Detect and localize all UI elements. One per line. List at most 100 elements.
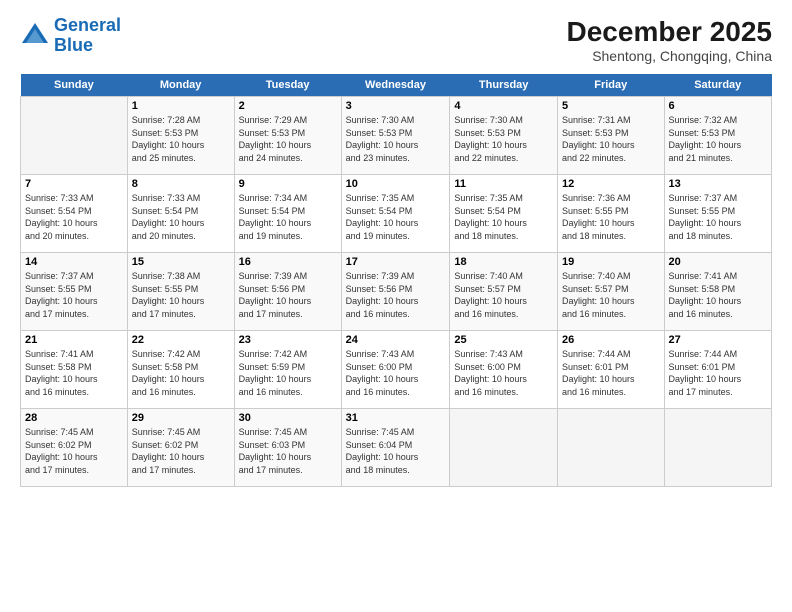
header: General Blue December 2025 Shentong, Cho… <box>20 16 772 64</box>
logo-text: General Blue <box>54 16 121 56</box>
day-info-31: Sunrise: 7:45 AM Sunset: 6:04 PM Dayligh… <box>346 426 446 476</box>
cell-w5-d0: 28Sunrise: 7:45 AM Sunset: 6:02 PM Dayli… <box>21 409 128 487</box>
table-header: Sunday Monday Tuesday Wednesday Thursday… <box>21 74 772 97</box>
cell-w1-d6: 6 Sunrise: 7:32 AM Sunset: 5:53 PM Daylig… <box>664 97 771 175</box>
day-number-10: 10 <box>346 178 446 190</box>
cell-w5-d5 <box>557 409 664 487</box>
day-number-22: 22 <box>132 334 230 346</box>
week-row-4: 21 Sunrise: 7:41 AM Sunset: 5:58 PM Dayli… <box>21 331 772 409</box>
cell-w1-d2: 2 Sunrise: 7:29 AM Sunset: 5:53 PM Daylig… <box>234 97 341 175</box>
day-info-2: Sunrise: 7:29 AM Sunset: 5:53 PM Dayligh… <box>239 114 337 164</box>
day-info-16: Sunrise: 7:39 AM Sunset: 5:56 PM Dayligh… <box>239 270 337 320</box>
cell-w4-d5: 26 Sunrise: 7:44 AM Sunset: 6:01 PM Dayli… <box>557 331 664 409</box>
day-number-20: 20 <box>669 256 767 268</box>
col-thursday: Thursday <box>450 74 558 97</box>
day-info-1: Sunrise: 7:28 AM Sunset: 5:53 PM Dayligh… <box>132 114 230 164</box>
cell-w1-d3: 3Sunrise: 7:30 AM Sunset: 5:53 PM Daylig… <box>341 97 450 175</box>
day-number-5: 5 <box>562 100 660 112</box>
week-row-1: 1 Sunrise: 7:28 AM Sunset: 5:53 PM Daylig… <box>21 97 772 175</box>
day-number-28: 28 <box>25 412 123 424</box>
day-info-15: Sunrise: 7:38 AM Sunset: 5:55 PM Dayligh… <box>132 270 230 320</box>
day-info-17: Sunrise: 7:39 AM Sunset: 5:56 PM Dayligh… <box>346 270 446 320</box>
cell-w3-d0: 14Sunrise: 7:37 AM Sunset: 5:55 PM Dayli… <box>21 253 128 331</box>
day-info-29: Sunrise: 7:45 AM Sunset: 6:02 PM Dayligh… <box>132 426 230 476</box>
cell-w3-d6: 20 Sunrise: 7:41 AM Sunset: 5:58 PM Dayli… <box>664 253 771 331</box>
col-saturday: Saturday <box>664 74 771 97</box>
cell-w2-d6: 13Sunrise: 7:37 AM Sunset: 5:55 PM Dayli… <box>664 175 771 253</box>
logo: General Blue <box>20 16 121 56</box>
day-info-30: Sunrise: 7:45 AM Sunset: 6:03 PM Dayligh… <box>239 426 337 476</box>
day-number-8: 8 <box>132 178 230 190</box>
day-info-6: Sunrise: 7:32 AM Sunset: 5:53 PM Dayligh… <box>669 114 767 164</box>
cell-w5-d2: 30 Sunrise: 7:45 AM Sunset: 6:03 PM Dayli… <box>234 409 341 487</box>
logo-line1: General <box>54 15 121 35</box>
header-row: Sunday Monday Tuesday Wednesday Thursday… <box>21 74 772 97</box>
cell-w4-d6: 27 Sunrise: 7:44 AM Sunset: 6:01 PM Dayli… <box>664 331 771 409</box>
cell-w4-d3: 24 Sunrise: 7:43 AM Sunset: 6:00 PM Dayli… <box>341 331 450 409</box>
day-number-24: 24 <box>346 334 446 346</box>
day-info-22: Sunrise: 7:42 AM Sunset: 5:58 PM Dayligh… <box>132 348 230 398</box>
calendar-body: 1 Sunrise: 7:28 AM Sunset: 5:53 PM Daylig… <box>21 97 772 487</box>
day-number-15: 15 <box>132 256 230 268</box>
cell-w4-d4: 25 Sunrise: 7:43 AM Sunset: 6:00 PM Dayli… <box>450 331 558 409</box>
day-number-7: 7 <box>25 178 123 190</box>
day-number-6: 6 <box>669 100 767 112</box>
day-info-8: Sunrise: 7:33 AM Sunset: 5:54 PM Dayligh… <box>132 192 230 242</box>
day-info-14: Sunrise: 7:37 AM Sunset: 5:55 PM Dayligh… <box>25 270 123 320</box>
cell-w4-d1: 22 Sunrise: 7:42 AM Sunset: 5:58 PM Dayli… <box>127 331 234 409</box>
cell-w4-d0: 21 Sunrise: 7:41 AM Sunset: 5:58 PM Dayli… <box>21 331 128 409</box>
day-info-5: Sunrise: 7:31 AM Sunset: 5:53 PM Dayligh… <box>562 114 660 164</box>
day-info-25: Sunrise: 7:43 AM Sunset: 6:00 PM Dayligh… <box>454 348 553 398</box>
day-number-2: 2 <box>239 100 337 112</box>
col-sunday: Sunday <box>21 74 128 97</box>
cell-w5-d3: 31Sunrise: 7:45 AM Sunset: 6:04 PM Dayli… <box>341 409 450 487</box>
day-info-26: Sunrise: 7:44 AM Sunset: 6:01 PM Dayligh… <box>562 348 660 398</box>
day-info-11: Sunrise: 7:35 AM Sunset: 5:54 PM Dayligh… <box>454 192 553 242</box>
logo-line2: Blue <box>54 35 93 55</box>
day-number-1: 1 <box>132 100 230 112</box>
main-title: December 2025 <box>567 16 772 48</box>
day-number-18: 18 <box>454 256 553 268</box>
cell-w5-d6 <box>664 409 771 487</box>
cell-w2-d1: 8 Sunrise: 7:33 AM Sunset: 5:54 PM Daylig… <box>127 175 234 253</box>
cell-w1-d5: 5 Sunrise: 7:31 AM Sunset: 5:53 PM Daylig… <box>557 97 664 175</box>
day-number-27: 27 <box>669 334 767 346</box>
day-info-24: Sunrise: 7:43 AM Sunset: 6:00 PM Dayligh… <box>346 348 446 398</box>
day-number-25: 25 <box>454 334 553 346</box>
calendar-table: Sunday Monday Tuesday Wednesday Thursday… <box>20 74 772 487</box>
day-number-11: 11 <box>454 178 553 190</box>
col-monday: Monday <box>127 74 234 97</box>
title-block: December 2025 Shentong, Chongqing, China <box>567 16 772 64</box>
day-info-10: Sunrise: 7:35 AM Sunset: 5:54 PM Dayligh… <box>346 192 446 242</box>
col-tuesday: Tuesday <box>234 74 341 97</box>
day-number-21: 21 <box>25 334 123 346</box>
day-info-23: Sunrise: 7:42 AM Sunset: 5:59 PM Dayligh… <box>239 348 337 398</box>
day-number-4: 4 <box>454 100 553 112</box>
week-row-2: 7 Sunrise: 7:33 AM Sunset: 5:54 PM Daylig… <box>21 175 772 253</box>
day-info-4: Sunrise: 7:30 AM Sunset: 5:53 PM Dayligh… <box>454 114 553 164</box>
day-info-20: Sunrise: 7:41 AM Sunset: 5:58 PM Dayligh… <box>669 270 767 320</box>
day-info-18: Sunrise: 7:40 AM Sunset: 5:57 PM Dayligh… <box>454 270 553 320</box>
cell-w2-d5: 12Sunrise: 7:36 AM Sunset: 5:55 PM Dayli… <box>557 175 664 253</box>
cell-w2-d0: 7 Sunrise: 7:33 AM Sunset: 5:54 PM Daylig… <box>21 175 128 253</box>
cell-w5-d1: 29 Sunrise: 7:45 AM Sunset: 6:02 PM Dayli… <box>127 409 234 487</box>
cell-w3-d4: 18 Sunrise: 7:40 AM Sunset: 5:57 PM Dayli… <box>450 253 558 331</box>
day-number-13: 13 <box>669 178 767 190</box>
day-number-23: 23 <box>239 334 337 346</box>
cell-w3-d3: 17Sunrise: 7:39 AM Sunset: 5:56 PM Dayli… <box>341 253 450 331</box>
day-number-30: 30 <box>239 412 337 424</box>
day-number-9: 9 <box>239 178 337 190</box>
day-info-27: Sunrise: 7:44 AM Sunset: 6:01 PM Dayligh… <box>669 348 767 398</box>
day-info-21: Sunrise: 7:41 AM Sunset: 5:58 PM Dayligh… <box>25 348 123 398</box>
day-number-29: 29 <box>132 412 230 424</box>
cell-w2-d3: 10 Sunrise: 7:35 AM Sunset: 5:54 PM Dayli… <box>341 175 450 253</box>
cell-w3-d5: 19Sunrise: 7:40 AM Sunset: 5:57 PM Dayli… <box>557 253 664 331</box>
day-number-12: 12 <box>562 178 660 190</box>
day-number-26: 26 <box>562 334 660 346</box>
day-number-16: 16 <box>239 256 337 268</box>
day-info-9: Sunrise: 7:34 AM Sunset: 5:54 PM Dayligh… <box>239 192 337 242</box>
day-info-7: Sunrise: 7:33 AM Sunset: 5:54 PM Dayligh… <box>25 192 123 242</box>
cell-w3-d2: 16 Sunrise: 7:39 AM Sunset: 5:56 PM Dayli… <box>234 253 341 331</box>
subtitle: Shentong, Chongqing, China <box>567 48 772 64</box>
cell-w1-d4: 4 Sunrise: 7:30 AM Sunset: 5:53 PM Daylig… <box>450 97 558 175</box>
